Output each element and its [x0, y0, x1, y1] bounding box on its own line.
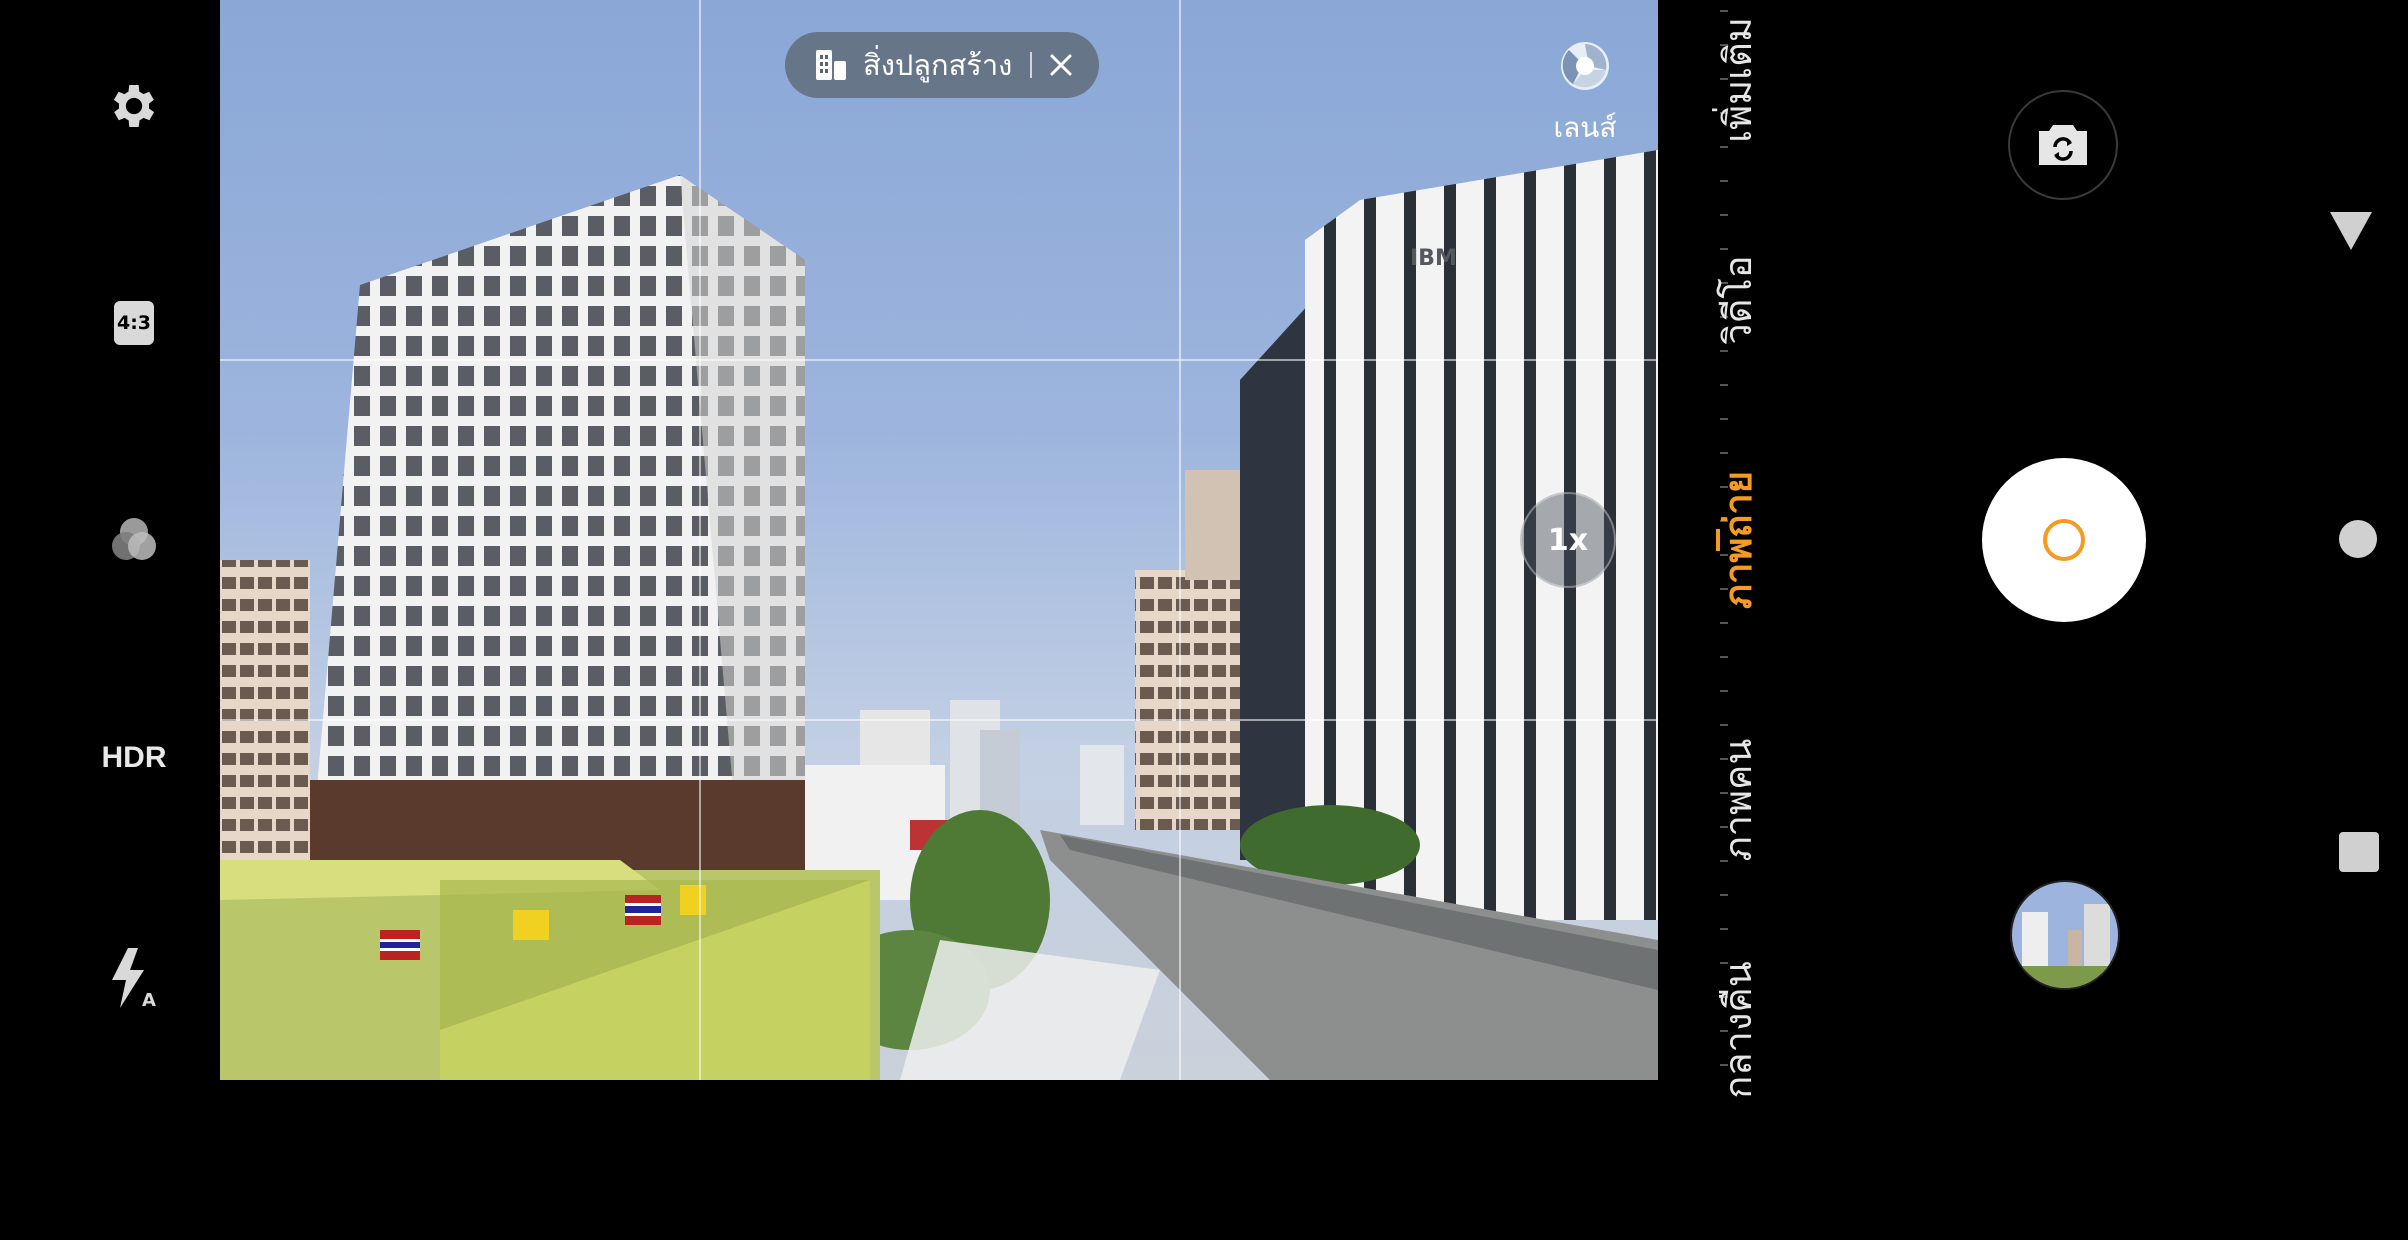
grid-line-vertical	[699, 0, 701, 1080]
buildings-icon	[816, 50, 846, 80]
filters-icon	[112, 518, 156, 560]
recents-square-icon[interactable]	[2339, 832, 2379, 872]
flash-button[interactable]: A	[106, 944, 162, 1012]
camera-switch-icon	[2039, 125, 2087, 165]
shutter-button[interactable]	[1982, 458, 2146, 622]
grid-line-horizontal	[220, 359, 1658, 361]
aspect-ratio-label: 4:3	[114, 301, 154, 345]
gallery-preview-image	[2012, 882, 2118, 988]
camera-left-toolbar: 4:3 HDR A	[0, 0, 220, 1080]
gallery-thumbnail[interactable]	[2010, 880, 2120, 990]
svg-text:IBM: IBM	[1410, 246, 1457, 271]
grid-line-vertical	[1179, 0, 1181, 1080]
thai-flag	[380, 930, 420, 960]
camera-controls	[1818, 0, 2308, 1080]
flash-auto-icon: A	[112, 948, 156, 1010]
hdr-button[interactable]: HDR	[94, 736, 174, 780]
back-triangle-icon[interactable]	[2328, 210, 2374, 252]
lens-icon	[1561, 42, 1609, 90]
camera-viewfinder[interactable]: IBM สิ่งปลูกสร้าง เลนส์ 1x	[220, 0, 1658, 1080]
scene-detection-chip[interactable]: สิ่งปลูกสร้าง	[785, 32, 1099, 98]
scene-chip-label: สิ่งปลูกสร้าง	[863, 48, 1013, 82]
home-circle-icon[interactable]	[2339, 520, 2377, 558]
settings-button[interactable]	[98, 70, 170, 142]
filters-button[interactable]	[104, 510, 164, 570]
svg-text:A: A	[142, 990, 156, 1010]
shutter-ring	[2043, 519, 2085, 561]
switch-camera-button[interactable]	[2008, 90, 2118, 200]
grid-line-horizontal	[220, 719, 1658, 721]
mode-night[interactable]: กลางคืน	[1708, 820, 1768, 1240]
mode-selector[interactable]: เพิ่มเติม วิดีโอ ภาพถ่าย ภาพคน กลางคืน	[1658, 0, 1818, 1099]
lens-button[interactable]: เลนส์	[1525, 36, 1645, 146]
close-icon[interactable]	[1046, 50, 1076, 80]
viewfinder-scene: IBM	[220, 150, 1658, 1080]
lens-label: เลนส์	[1553, 111, 1617, 144]
zoom-level-button[interactable]: 1x	[1520, 492, 1616, 588]
system-navigation-bar	[2308, 0, 2408, 1080]
aspect-ratio-button[interactable]: 4:3	[112, 300, 156, 346]
hdr-label: HDR	[101, 741, 167, 774]
gear-icon	[113, 85, 155, 127]
chip-divider	[1030, 52, 1033, 78]
